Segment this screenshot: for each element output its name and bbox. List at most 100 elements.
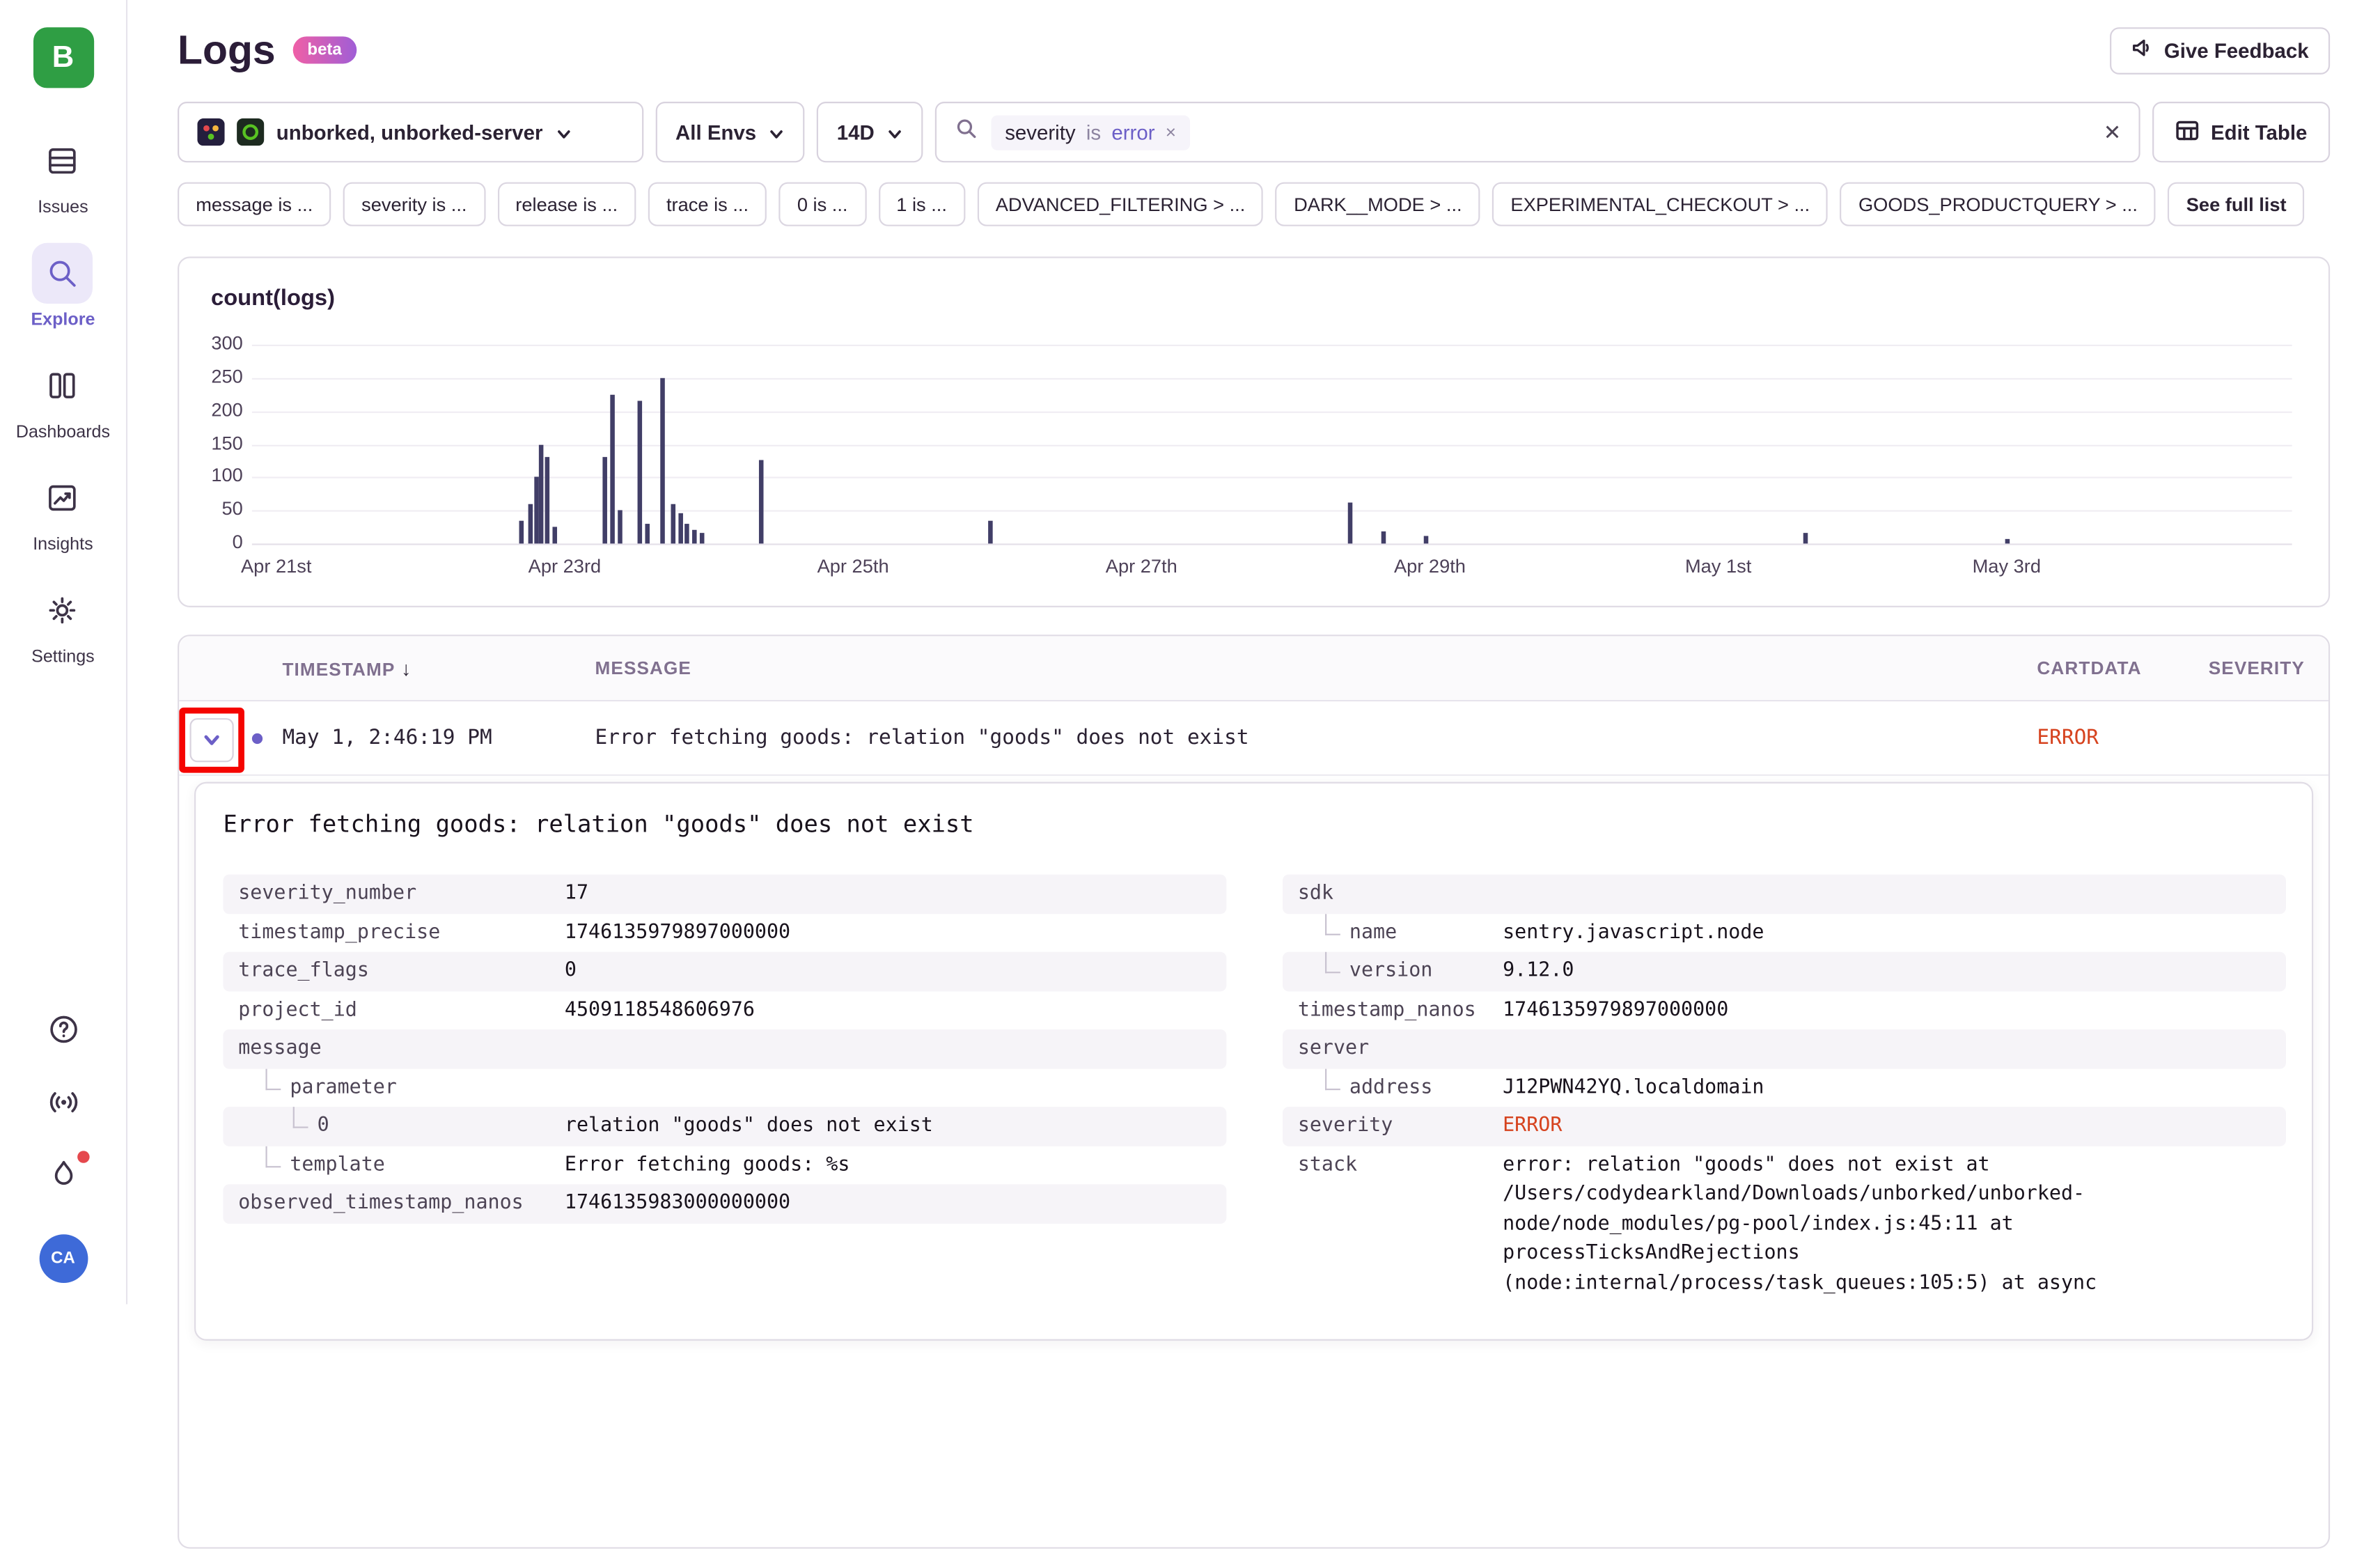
help-icon[interactable] [43,1010,83,1050]
see-full-list-chip[interactable]: See full list [2168,182,2305,226]
project-selector-label: unborked, unborked-server [276,120,543,143]
y-axis-tick: 0 [182,531,243,553]
give-feedback-button[interactable]: Give Feedback [2109,26,2330,74]
detail-value: sentry.javascript.node [1503,918,2286,948]
detail-row: 0relation "goods" does not exist [223,1107,1226,1146]
tree-connector [265,1068,281,1090]
detail-key: timestamp_precise [223,918,564,948]
chart-bar [519,520,524,543]
page-header: Logs beta Give Feedback [178,24,2330,76]
column-header-message[interactable]: MESSAGE [592,657,2034,679]
filter-chip[interactable]: GOODS_PRODUCTQUERY > ... [1840,182,2156,226]
detail-key: version [1283,956,1503,986]
sidebar: B Issues Explore Dashboards [0,0,127,1305]
org-logo[interactable]: B [33,27,93,88]
detail-key: server [1283,1034,1503,1064]
detail-row: project_id4509118548606976 [223,990,1226,1029]
sidebar-item-settings[interactable]: Settings [31,580,95,667]
detail-key: 0 [223,1112,564,1142]
gear-icon [33,580,93,641]
detail-right-column: sdknamesentry.javascript.nodeversion9.12… [1283,875,2286,1303]
chart-bar [528,504,533,543]
filter-token[interactable]: severity is error × [992,115,1190,150]
column-header-cartdata[interactable]: CARTDATA [2034,657,2205,679]
tree-connector [1325,1068,1340,1090]
detail-key: message [223,1034,564,1064]
edit-table-button[interactable]: Edit Table [2153,102,2330,162]
logs-table: TIMESTAMP↓ MESSAGE CARTDATA SEVERITY May… [178,635,2330,1548]
filter-chip[interactable]: EXPERIMENTAL_CHECKOUT > ... [1492,182,1828,226]
log-severity: ERROR [2034,726,2205,750]
column-header-severity[interactable]: SEVERITY [2205,657,2298,679]
chart-bar [758,460,763,543]
detail-row: parameter [223,1068,1226,1107]
filter-chip[interactable]: message is ... [178,182,331,226]
whats-new-flame-icon[interactable] [43,1155,83,1195]
detail-value: 17 [565,879,1226,909]
column-header-timestamp[interactable]: TIMESTAMP↓ [279,657,592,680]
detail-key: address [1283,1073,1503,1103]
detail-row: templateError fetching goods: %s [223,1146,1226,1185]
environment-selector[interactable]: All Envs [656,102,805,162]
page-title: Logs [178,24,276,76]
date-range-selector[interactable]: 14D [817,102,923,162]
broadcast-icon[interactable] [43,1082,83,1122]
filter-chips-row: message is ... severity is ... release is … [178,182,2330,226]
search-input[interactable]: severity is error × ✕ [935,102,2141,162]
user-avatar[interactable]: CA [39,1234,88,1283]
sidebar-item-label: Dashboards [16,423,110,442]
chart-bar [988,520,993,543]
sidebar-item-label: Issues [38,199,88,217]
chart-bar [699,534,704,543]
project-selector[interactable]: unborked, unborked-server [178,102,643,162]
chart-bar [671,504,675,543]
chart-bar [637,401,642,544]
y-axis-tick: 250 [182,366,243,387]
filter-chip[interactable]: trace is ... [648,182,767,226]
x-axis-tick: Apr 21st [241,556,312,577]
sidebar-item-insights[interactable]: Insights [33,467,93,554]
detail-row: trace_flags0 [223,952,1226,991]
filter-chip[interactable]: severity is ... [343,182,485,226]
expand-row-button[interactable] [189,718,233,762]
detail-key: timestamp_nanos [1283,995,1503,1025]
y-axis-tick: 150 [182,432,243,453]
tree-connector [1325,952,1340,974]
date-range-label: 14D [837,120,875,143]
sidebar-item-issues[interactable]: Issues [33,130,93,217]
filter-chip[interactable]: 0 is ... [779,182,866,226]
detail-key: template [223,1150,564,1180]
token-value: error [1111,120,1154,143]
detail-key: name [1283,918,1503,948]
detail-value: J12PWN42YQ.localdomain [1503,1073,2286,1103]
filter-chip[interactable]: DARK__MODE > ... [1276,182,1480,226]
chart-bar [645,524,650,544]
sidebar-item-explore[interactable]: Explore [31,243,95,329]
filter-chip[interactable]: ADVANCED_FILTERING > ... [978,182,1264,226]
log-row[interactable]: May 1, 2:46:19 PM Error fetching goods: … [179,701,2328,776]
y-axis-tick: 200 [182,399,243,421]
token-remove-icon[interactable]: × [1166,121,1176,143]
sidebar-item-dashboards[interactable]: Dashboards [16,355,110,442]
detail-row: observed_timestamp_nanos1746135983000000… [223,1184,1226,1223]
y-axis-tick: 100 [182,465,243,487]
x-axis-tick: May 3rd [1973,556,2041,577]
log-detail-panel: Error fetching goods: relation "goods" d… [194,782,2313,1341]
annotation-click-dot [252,733,263,744]
clear-search-icon[interactable]: ✕ [2104,119,2122,145]
filter-chip[interactable]: release is ... [497,182,636,226]
filter-chip[interactable]: 1 is ... [878,182,965,226]
chart-bar [552,527,557,544]
environment-selector-label: All Envs [675,120,756,143]
beta-badge: beta [292,36,357,63]
main-content: Logs beta Give Feedback unborked, unbork… [126,0,2380,1305]
logs-count-chart: count(logs) 050100150200250300Apr 21stAp… [178,256,2330,607]
detail-value: 1746135979897000000 [1503,995,2286,1025]
detail-key: parameter [223,1073,564,1103]
chart-bar [2005,538,2010,544]
y-axis-tick: 300 [182,332,243,354]
sidebar-footer: CA [39,1010,88,1305]
x-axis-tick: Apr 25th [817,556,889,577]
table-grid-icon [2176,118,2200,146]
expand-cell [179,701,279,775]
